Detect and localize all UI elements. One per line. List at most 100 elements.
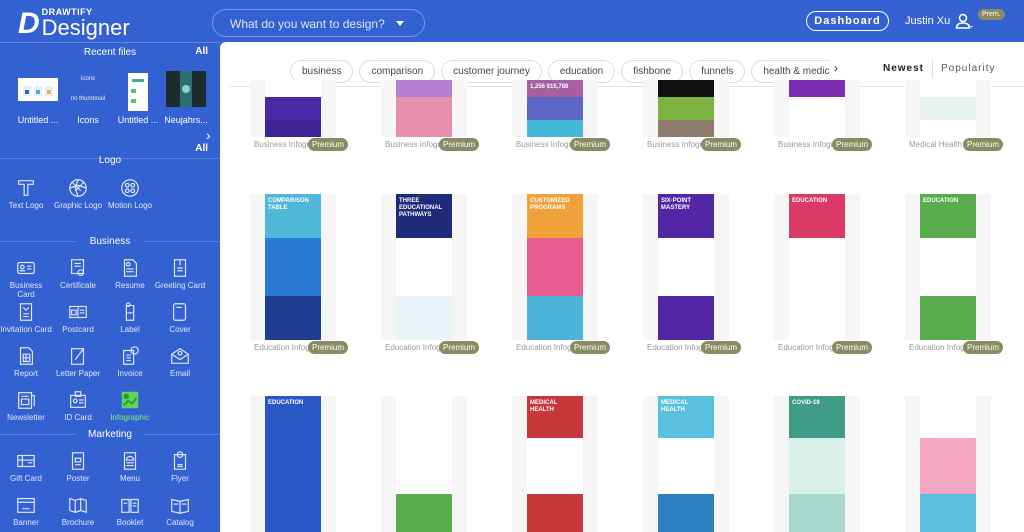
tool-graphic-logo[interactable]: Graphic Logo [52, 177, 104, 210]
drawtify-logo[interactable]: D DRAWTIFY Designer [18, 8, 130, 39]
recent-file-item[interactable]: Untitled ... [14, 67, 62, 125]
user-name[interactable]: Justin Xu [905, 15, 950, 27]
template-card[interactable]: MEDICAL HEALTH [905, 396, 991, 532]
tool-motion-logo[interactable]: Motion Logo [104, 177, 156, 210]
tool-invoice[interactable]: Invoice [104, 345, 156, 378]
tool-label: Letter Paper [55, 369, 101, 378]
premium-badge: Premium [308, 138, 349, 151]
tool-greeting-card[interactable]: Greeting Card [154, 257, 206, 290]
tool-email[interactable]: Email [154, 345, 206, 378]
sort-popularity[interactable]: Popularity [933, 60, 1003, 78]
tool-flyer[interactable]: Flyer [154, 450, 206, 483]
tool-brochure[interactable]: Brochure [52, 494, 104, 527]
label-icon [104, 301, 156, 323]
template-thumbnail[interactable]: COMPARISON TABLE [250, 194, 336, 340]
template-preview: MEDICAL HEALTH [920, 396, 976, 532]
template-card[interactable]: Business Infographic Premium [381, 80, 480, 152]
template-card[interactable]: Medical Health Infographic Premium [905, 80, 1004, 152]
template-preview: SIX-POINT MASTERY [658, 194, 714, 340]
template-card[interactable]: CUSTOMIZED PROGRAMS Education Infographi… [512, 194, 611, 355]
template-thumbnail[interactable]: THREE EDUCATIONAL PATHWAYS [381, 194, 467, 340]
template-card[interactable]: COMPARISON TABLE Education Infographic P… [250, 194, 349, 355]
tool-gift-card[interactable]: Gift Card [0, 450, 52, 483]
template-card[interactable]: EDUCATION Education Infographic Premium [905, 194, 1004, 355]
template-card[interactable]: MEDICAL HEALTH [512, 396, 598, 532]
template-thumbnail[interactable] [381, 80, 467, 137]
tool-booklet[interactable]: Booklet [104, 494, 156, 527]
template-thumbnail[interactable]: EDUCATION [250, 396, 336, 532]
template-thumbnail[interactable] [905, 80, 991, 137]
template-card[interactable]: EDUCATION Education Infographic Premium [774, 194, 873, 355]
template-card[interactable]: SIX-POINT MASTERY Education Infographic … [643, 194, 742, 355]
premium-badge: Premium [832, 138, 873, 151]
template-preview: 1,256 $15,789 [265, 80, 321, 137]
design-search-dropdown[interactable]: What do you want to design? [212, 9, 425, 37]
business-card-icon [0, 257, 52, 279]
template-card[interactable]: Business Infographic Premium [643, 80, 742, 152]
logo-product: Designer [41, 15, 130, 40]
tool-banner[interactable]: Banner [0, 494, 52, 527]
tool-label: Motion Logo [107, 201, 153, 210]
gift-card-icon [0, 450, 52, 472]
template-thumbnail[interactable]: EDUCATION [774, 194, 860, 340]
tool-catalog[interactable]: Catalog [154, 494, 206, 527]
tool-certificate[interactable]: Certificate [52, 257, 104, 290]
tool-menu[interactable]: Menu [104, 450, 156, 483]
tool-text-logo[interactable]: Text Logo [0, 177, 52, 210]
template-card[interactable]: 1,256 $15,789 Business Infographic Premi… [512, 80, 611, 152]
template-card[interactable]: 1,256 $15,789 Business Infographic Premi… [250, 80, 349, 152]
template-thumbnail[interactable]: EDUCATION [381, 396, 467, 532]
recent-file-item[interactable]: Neujahrs... [162, 67, 210, 125]
template-thumbnail[interactable]: SIX-POINT MASTERY [643, 194, 729, 340]
template-title: Medical Health Infographic [909, 140, 965, 149]
template-thumbnail[interactable]: 1,256 $15,789 [250, 80, 336, 137]
template-card[interactable]: MEDICAL HEALTH [643, 396, 729, 532]
logo-all-link[interactable]: All [195, 143, 208, 154]
premium-badge: Premium [570, 138, 611, 151]
tool-letter-paper[interactable]: Letter Paper [52, 345, 104, 378]
recent-file-item[interactable]: Untitled ... [114, 67, 162, 125]
tool-label: Certificate [59, 281, 96, 290]
recent-next-arrow[interactable]: › [206, 127, 211, 143]
premium-badge: Premium [439, 341, 480, 354]
tool-id-card[interactable]: ID Card [52, 389, 104, 422]
user-icon[interactable] [955, 13, 973, 29]
sort-newest[interactable]: Newest [875, 60, 934, 78]
template-card[interactable]: EDUCATION [381, 396, 467, 532]
template-thumbnail[interactable]: CUSTOMIZED PROGRAMS [512, 194, 598, 340]
template-card[interactable]: Business Infographic Premium [774, 80, 873, 152]
template-thumbnail[interactable] [643, 80, 729, 137]
template-thumbnail[interactable]: COVID-19 [774, 396, 860, 532]
tool-report[interactable]: Report [0, 345, 52, 378]
tool-business-card[interactable]: Business Card [0, 257, 52, 299]
tool-label[interactable]: Label [104, 301, 156, 334]
template-thumbnail[interactable]: MEDICAL HEALTH [905, 396, 991, 532]
template-card[interactable]: THREE EDUCATIONAL PATHWAYS Education Inf… [381, 194, 480, 355]
tool-resume[interactable]: Resume [104, 257, 156, 290]
tool-label: ID Card [64, 413, 92, 422]
template-preview [658, 80, 714, 137]
recent-all-link[interactable]: All [195, 46, 208, 57]
dashboard-button[interactable]: Dashboard [806, 11, 889, 31]
tool-label: Greeting Card [154, 281, 206, 290]
search-placeholder: What do you want to design? [230, 17, 385, 31]
template-thumbnail[interactable]: MEDICAL HEALTH [512, 396, 598, 532]
template-thumbnail[interactable]: MEDICAL HEALTH [643, 396, 729, 532]
template-card[interactable]: EDUCATION [250, 396, 336, 532]
template-thumbnail[interactable] [774, 80, 860, 137]
template-preview: CUSTOMIZED PROGRAMS [527, 194, 583, 340]
chips-next-arrow[interactable]: › [834, 61, 838, 75]
tool-label: Email [169, 369, 190, 378]
template-thumbnail[interactable]: EDUCATION [905, 194, 991, 340]
template-thumbnail[interactable]: 1,256 $15,789 [512, 80, 598, 137]
tool-invitation-card[interactable]: Invitation Card [0, 301, 52, 334]
tool-poster[interactable]: Poster [52, 450, 104, 483]
tool-cover[interactable]: Cover [154, 301, 206, 334]
tool-newsletter[interactable]: Newsletter [0, 389, 52, 422]
template-card[interactable]: COVID-19 [774, 396, 860, 532]
sort-options: Newest Popularity [875, 60, 1003, 78]
template-title: Business Infographic [647, 140, 703, 149]
recent-file-item[interactable]: Icons no thumbnail Icons [64, 67, 112, 125]
tool-infographic[interactable]: Infographic [104, 389, 156, 422]
tool-postcard[interactable]: Postcard [52, 301, 104, 334]
